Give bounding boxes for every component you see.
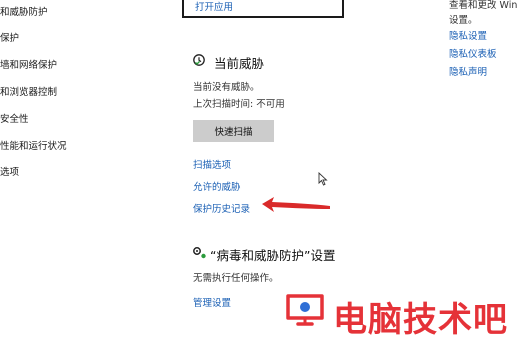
sidebar-item-app-browser-control[interactable]: 和浏览器控制 xyxy=(0,84,57,98)
scan-options-link[interactable]: 扫描选项 xyxy=(193,157,231,171)
allowed-threats-link[interactable]: 允许的威胁 xyxy=(193,179,241,193)
privacy-statement-link[interactable]: 隐私声明 xyxy=(449,64,487,78)
no-action-needed-text: 无需执行任何操作。 xyxy=(193,273,279,284)
privacy-settings-link[interactable]: 隐私设置 xyxy=(449,28,487,42)
watermark-text: 电脑技术吧 xyxy=(333,300,508,340)
privacy-description-line2: 设置。 xyxy=(449,15,478,26)
manage-settings-link[interactable]: 管理设置 xyxy=(193,295,231,309)
watermark-logo: 电脑技术吧 xyxy=(282,288,518,340)
sidebar-item-family-options[interactable]: 选项 xyxy=(0,164,19,178)
sidebar-nav: 和威胁防护 保护 墙和网络保护 和浏览器控制 安全性 性能和运行状况 选项 xyxy=(0,0,120,343)
last-scan-text: 上次扫描时间: 不可用 xyxy=(193,99,285,110)
computer-logo-icon xyxy=(286,294,324,326)
virus-settings-title: “病毒和威胁防护”设置 xyxy=(210,248,336,263)
privacy-description-line1: 查看和更改 Win xyxy=(449,0,518,11)
sidebar-item-virus-protection[interactable]: 和威胁防护 xyxy=(0,4,48,18)
no-threats-text: 当前没有威胁。 xyxy=(193,82,260,93)
open-app-link[interactable]: 打开应用 xyxy=(195,0,233,13)
mouse-cursor-icon xyxy=(318,172,328,186)
privacy-dashboard-link[interactable]: 隐私仪表板 xyxy=(449,46,497,60)
current-threats-title: 当前威胁 xyxy=(214,56,265,71)
scan-clock-icon xyxy=(193,54,205,66)
settings-gear-icon xyxy=(193,247,206,259)
sidebar-item-device-security[interactable]: 安全性 xyxy=(0,111,29,125)
sidebar-item-account-protection[interactable]: 保护 xyxy=(0,30,19,44)
protection-history-link[interactable]: 保护历史记录 xyxy=(193,201,250,215)
red-arrow-icon xyxy=(262,197,330,212)
quick-scan-button[interactable]: 快速扫描 xyxy=(193,120,274,142)
sidebar-item-device-health[interactable]: 性能和运行状况 xyxy=(0,138,67,152)
top-card: 打开应用 xyxy=(182,0,344,18)
sidebar-item-firewall[interactable]: 墙和网络保护 xyxy=(0,57,57,71)
